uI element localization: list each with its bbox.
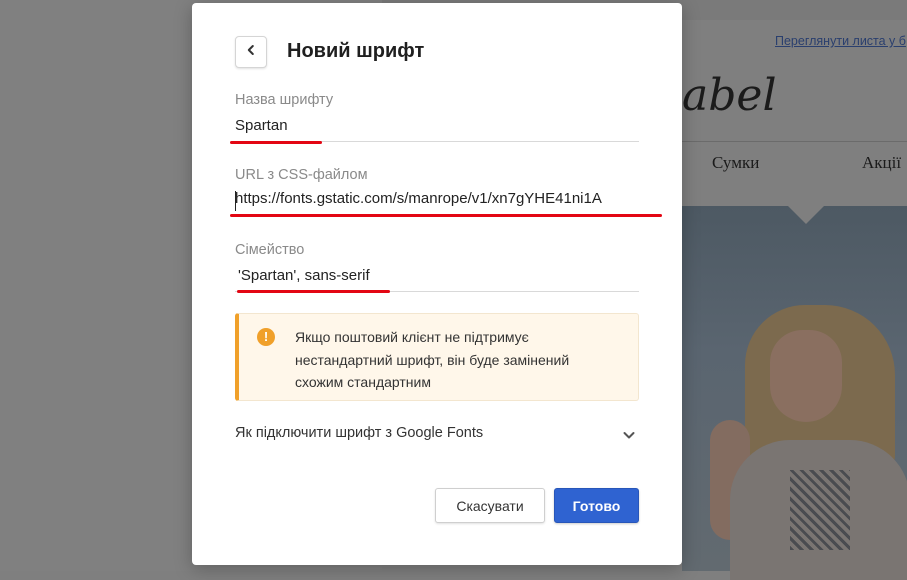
email-nav-pointer xyxy=(788,206,824,224)
google-fonts-help-toggle[interactable]: Як підключити шрифт з Google Fonts xyxy=(235,425,483,441)
dialog-title: Новий шрифт xyxy=(287,40,425,62)
family-label: Сімейство xyxy=(235,242,305,258)
css-url-value: https://fonts.gstatic.com/s/manrope/v1/x… xyxy=(235,190,602,207)
new-font-dialog: Новий шрифт Назва шрифту Spartan URL з C… xyxy=(192,3,682,565)
css-url-label: URL з CSS-файлом xyxy=(235,167,368,183)
hero-image-face xyxy=(770,330,842,422)
done-button[interactable]: Готово xyxy=(554,488,639,523)
family-input[interactable]: 'Spartan', sans-serif xyxy=(238,267,370,284)
chevron-left-icon xyxy=(245,43,257,61)
font-name-input[interactable]: Spartan xyxy=(235,117,288,134)
cancel-button[interactable]: Скасувати xyxy=(435,488,545,523)
annotation-underline-url xyxy=(230,214,662,217)
email-nav-item-bags: Сумки xyxy=(712,153,760,172)
exclamation-circle-icon: ! xyxy=(257,328,275,346)
warning-notice: ! Якщо поштовий клієнт не підтримує нест… xyxy=(235,313,639,401)
back-button[interactable] xyxy=(235,36,267,68)
warning-notice-text: Якщо поштовий клієнт не підтримує нестан… xyxy=(295,329,570,390)
chevron-down-icon[interactable] xyxy=(622,428,636,447)
font-name-label: Назва шрифту xyxy=(235,92,334,108)
email-nav-item-sales: Акції xyxy=(862,153,902,172)
css-url-input[interactable]: https://fonts.gstatic.com/s/manrope/v1/x… xyxy=(235,190,639,207)
email-nav-divider xyxy=(682,141,907,142)
email-logo: abel xyxy=(682,70,777,121)
text-caret xyxy=(235,191,236,211)
preview-in-browser-link[interactable]: Переглянути листа у б xyxy=(775,34,906,48)
hero-image-embroidery xyxy=(790,470,850,550)
annotation-underline-name xyxy=(230,141,322,144)
annotation-underline-family xyxy=(237,290,390,293)
